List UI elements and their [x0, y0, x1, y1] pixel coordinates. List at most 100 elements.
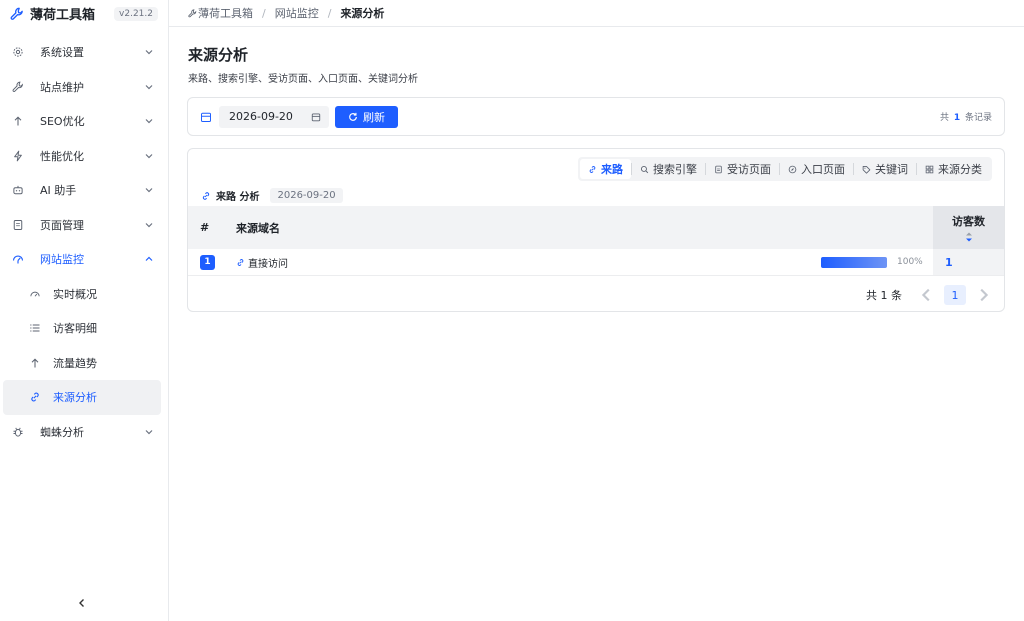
sidebar-item-label: 蜘蛛分析 — [40, 425, 84, 439]
record-prefix: 共 — [939, 113, 949, 123]
breadcrumb-separator: / — [327, 6, 332, 20]
breadcrumb-current: 来源分析 — [340, 7, 385, 20]
search-icon — [640, 165, 649, 174]
sidebar-item-label: 性能优化 — [40, 149, 84, 163]
sidebar-item-performance[interactable]: 性能优化 — [0, 139, 168, 174]
share-bar — [821, 256, 887, 268]
source-table-card: 来路 搜索引擎 受访页面 入口页面 关键词 来源分类 来路 分析 2026-09… — [187, 148, 1005, 312]
calendar-icon — [311, 112, 321, 122]
table-row[interactable]: 1 直接访问 100% 1 — [188, 249, 1004, 276]
tab-visited-pages[interactable]: 受访页面 — [706, 159, 779, 179]
section-title: 来路 分析 — [216, 192, 260, 203]
sidebar-item-label: 流量趋势 — [53, 356, 97, 370]
tag-icon — [862, 165, 871, 174]
tab-label: 关键词 — [875, 163, 908, 176]
tab-entry-pages[interactable]: 入口页面 — [780, 159, 853, 179]
refresh-icon — [348, 112, 358, 122]
chevron-down-icon — [144, 82, 154, 92]
sidebar-item-label: SEO优化 — [40, 115, 85, 129]
sidebar-item-label: 网站监控 — [40, 253, 84, 267]
column-header-index: # — [200, 221, 210, 234]
tab-keywords[interactable]: 关键词 — [854, 159, 916, 179]
arrow-up-icon — [29, 357, 41, 369]
wrench-icon — [188, 8, 197, 18]
prev-page-icon[interactable] — [918, 285, 936, 305]
filter-bar: 2026-09-20 刷新 共 1 条记录 — [187, 97, 1005, 136]
analysis-tabs: 来路 搜索引擎 受访页面 入口页面 关键词 来源分类 — [578, 157, 992, 181]
sidebar-item-page-management[interactable]: 页面管理 — [0, 208, 168, 243]
table-header: # 来源域名 访客数 — [188, 206, 1004, 249]
page-icon — [12, 219, 24, 231]
section-heading: 来路 分析 2026-09-20 — [201, 188, 343, 203]
compass-icon — [788, 165, 797, 174]
column-header-visits-label: 访客数 — [952, 215, 985, 228]
bug-icon — [12, 426, 24, 438]
sidebar-item-realtime-overview[interactable]: 实时概况 — [3, 277, 161, 312]
sidebar-item-visitor-details[interactable]: 访客明细 — [3, 311, 161, 346]
sidebar-item-site-maintenance[interactable]: 站点维护 — [0, 70, 168, 105]
sidebar-item-system-settings[interactable]: 系统设置 — [0, 35, 168, 70]
sidebar-nav: 系统设置 站点维护 SEO优化 性能优化 AI 助手 页面管理 网站监控 实时概… — [0, 35, 168, 449]
share-percent: 100% — [897, 257, 923, 267]
sidebar-item-label: 页面管理 — [40, 218, 84, 232]
pagination-total: 共 1 条 — [866, 289, 902, 302]
grid-icon — [925, 165, 934, 174]
refresh-button[interactable]: 刷新 — [335, 105, 398, 128]
link-icon — [588, 165, 597, 174]
date-value: 2026-09-20 — [229, 110, 293, 123]
breadcrumb-root[interactable]: 薄荷工具箱 — [198, 5, 253, 21]
sidebar-item-site-monitoring[interactable]: 网站监控 — [0, 242, 168, 277]
chevron-down-icon — [144, 116, 154, 126]
gauge-icon — [29, 288, 41, 300]
breadcrumb-parent[interactable]: 网站监控 — [275, 5, 319, 21]
record-suffix: 条记录 — [964, 113, 992, 123]
link-icon — [29, 391, 41, 403]
share-bar-fill — [821, 256, 887, 268]
record-count: 共 1 条记录 — [940, 110, 992, 123]
share-bar-wrap: 100% — [821, 256, 923, 268]
tab-source-categories[interactable]: 来源分类 — [917, 159, 990, 179]
sidebar-item-spider-analysis[interactable]: 蜘蛛分析 — [0, 415, 168, 450]
tab-label: 来源分类 — [938, 163, 982, 176]
page-number[interactable]: 1 — [944, 285, 966, 305]
link-icon — [201, 191, 211, 201]
chevron-down-icon — [144, 151, 154, 161]
sidebar-item-seo[interactable]: SEO优化 — [0, 104, 168, 139]
collapse-sidebar-icon[interactable] — [76, 597, 88, 609]
column-header-domain: 来源域名 — [236, 221, 280, 235]
arrow-up-icon — [12, 115, 24, 127]
sort-icon[interactable] — [965, 232, 973, 242]
column-header-visits[interactable]: 访客数 — [933, 206, 1004, 249]
pagination: 共 1 条 1 — [866, 285, 992, 305]
robot-icon — [12, 184, 24, 196]
bolt-icon — [12, 150, 24, 162]
tab-label: 受访页面 — [727, 163, 771, 176]
date-picker[interactable]: 2026-09-20 — [219, 105, 329, 128]
sidebar-item-label: 站点维护 — [40, 80, 84, 94]
brand: 薄荷工具箱 v2.21.2 — [0, 0, 168, 27]
main-content: 薄荷工具箱 / 网站监控 / 来源分析 来源分析 来路、搜索引擎、受访页面、入口… — [169, 0, 1024, 621]
tab-search-engine[interactable]: 搜索引擎 — [632, 159, 705, 179]
chevron-down-icon — [144, 427, 154, 437]
calendar-icon — [200, 111, 212, 123]
row-index-badge: 1 — [200, 254, 215, 270]
chevron-down-icon — [144, 185, 154, 195]
chevron-up-icon — [144, 254, 154, 264]
tab-label: 入口页面 — [801, 163, 845, 176]
next-page-icon[interactable] — [974, 285, 992, 305]
version-badge: v2.21.2 — [114, 6, 158, 21]
sidebar-item-label: AI 助手 — [40, 184, 77, 198]
refresh-label: 刷新 — [363, 110, 385, 124]
wrench-icon — [10, 7, 24, 21]
sidebar-item-source-analysis[interactable]: 来源分析 — [3, 380, 161, 415]
sidebar-item-label: 来源分析 — [53, 391, 97, 405]
sidebar-item-ai-assistant[interactable]: AI 助手 — [0, 173, 168, 208]
tab-referrer[interactable]: 来路 — [580, 159, 631, 179]
section-date: 2026-09-20 — [270, 188, 343, 203]
breadcrumb: 薄荷工具箱 / 网站监控 / 来源分析 — [169, 0, 1024, 27]
sidebar-item-traffic-trend[interactable]: 流量趋势 — [3, 346, 161, 381]
page-header: 来源分析 来路、搜索引擎、受访页面、入口页面、关键词分析 — [169, 27, 1024, 85]
record-count-number: 1 — [953, 113, 961, 123]
link-icon — [236, 258, 245, 267]
tab-label: 来路 — [601, 163, 623, 176]
